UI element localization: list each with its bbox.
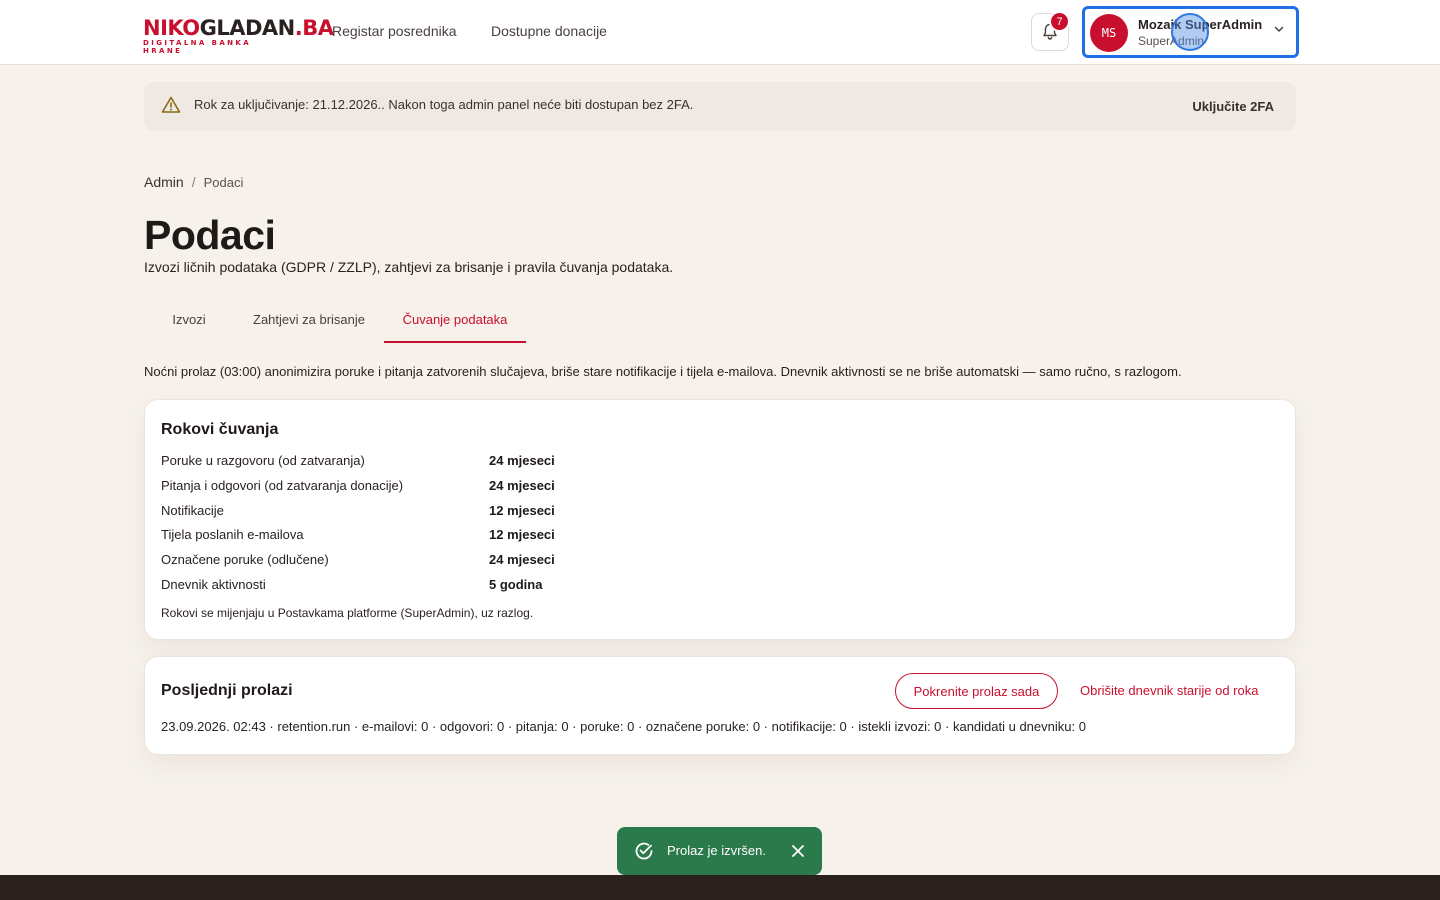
logo-text-red: NIKO	[143, 16, 200, 40]
retention-note: Rokovi se mijenjaju u Postavkama platfor…	[161, 606, 534, 620]
retention-label: Notifikacije	[161, 503, 224, 518]
breadcrumb: Admin / Podaci	[144, 174, 243, 190]
retention-row: Notifikacije 12 mjeseci	[161, 503, 761, 523]
breadcrumb-separator: /	[191, 174, 196, 190]
retention-row: Tijela poslanih e-mailova 12 mjeseci	[161, 527, 761, 547]
toast-message: Prolaz je izvršen.	[667, 843, 766, 858]
retention-periods-card: Rokovi čuvanja Poruke u razgovoru (od za…	[144, 399, 1296, 640]
runs-card-title: Posljednji prolazi	[161, 682, 293, 699]
retention-row: Označene poruke (odlučene) 24 mjeseci	[161, 552, 761, 572]
retention-value: 24 mjeseci	[489, 552, 555, 567]
2fa-deadline-alert: Rok za uključivanje: 21.12.2026.. Nakon …	[144, 82, 1296, 131]
retention-row: Poruke u razgovoru (od zatvaranja) 24 mj…	[161, 453, 761, 473]
retention-label: Dnevnik aktivnosti	[161, 577, 266, 592]
page-subtitle: Izvozi ličnih podataka (GDPR / ZZLP), za…	[144, 259, 674, 275]
footer	[0, 875, 1440, 900]
retention-value: 12 mjeseci	[489, 527, 555, 542]
logo-text-suffix: .BA	[294, 16, 334, 40]
breadcrumb-admin[interactable]: Admin	[144, 174, 184, 190]
retention-label: Tijela poslanih e-mailova	[161, 527, 304, 542]
top-navigation: NIKOGLADAN.BA DIGITALNA BANKA HRANE Regi…	[0, 0, 1440, 65]
notification-count-badge: 7	[1049, 11, 1070, 32]
chevron-down-icon	[1274, 26, 1284, 32]
run-log-entry: 23.09.2026. 02:43 · retention.run · e-ma…	[161, 719, 1086, 734]
retention-label: Pitanja i odgovori (od zatvaranja donaci…	[161, 478, 404, 493]
tab-izvozi[interactable]: Izvozi	[144, 296, 234, 343]
success-toast: Prolaz je izvršen.	[617, 827, 822, 875]
pointer-cursor-indicator	[1171, 13, 1209, 51]
tab-cuvanje-podataka[interactable]: Čuvanje podataka	[384, 296, 526, 343]
retention-value: 12 mjeseci	[489, 503, 555, 518]
logo-tagline: DIGITALNA BANKA HRANE	[143, 39, 252, 55]
logo-text-dark: GLADAN	[199, 16, 296, 40]
retention-label: Poruke u razgovoru (od zatvaranja)	[161, 453, 365, 468]
retention-card-title: Rokovi čuvanja	[161, 421, 279, 438]
nav-link-dostupne-donacije[interactable]: Dostupne donacije	[491, 23, 607, 39]
close-icon[interactable]	[791, 844, 805, 858]
retention-row: Pitanja i odgovori (od zatvaranja donaci…	[161, 478, 761, 498]
tab-zahtjevi-za-brisanje[interactable]: Zahtjevi za brisanje	[234, 296, 384, 343]
retention-value: 5 godina	[489, 577, 543, 592]
brand-logo[interactable]: NIKOGLADAN.BA DIGITALNA BANKA HRANE	[143, 16, 334, 55]
page-title: Podaci	[144, 212, 276, 258]
purge-old-log-link[interactable]: Obrišite dnevnik starije od roka	[1080, 683, 1258, 698]
run-now-button[interactable]: Pokrenite prolaz sada	[895, 673, 1058, 709]
retention-value: 24 mjeseci	[489, 478, 555, 493]
breadcrumb-current: Podaci	[203, 175, 244, 190]
retention-intro-text: Noćni prolaz (03:00) anonimizira poruke …	[144, 364, 1182, 379]
enable-2fa-link[interactable]: Uključite 2FA	[1192, 99, 1274, 114]
warning-icon	[161, 96, 181, 113]
retention-row: Dnevnik aktivnosti 5 godina	[161, 577, 761, 597]
retention-value: 24 mjeseci	[489, 453, 555, 468]
avatar: MS	[1090, 14, 1128, 52]
alert-message: Rok za uključivanje: 21.12.2026.. Nakon …	[194, 97, 694, 112]
retention-label: Označene poruke (odlučene)	[161, 552, 329, 567]
recent-runs-card: Posljednji prolazi Pokrenite prolaz sada…	[144, 656, 1296, 755]
check-circle-icon	[635, 842, 653, 860]
nav-link-registar-posrednika[interactable]: Registar posrednika	[332, 23, 457, 39]
